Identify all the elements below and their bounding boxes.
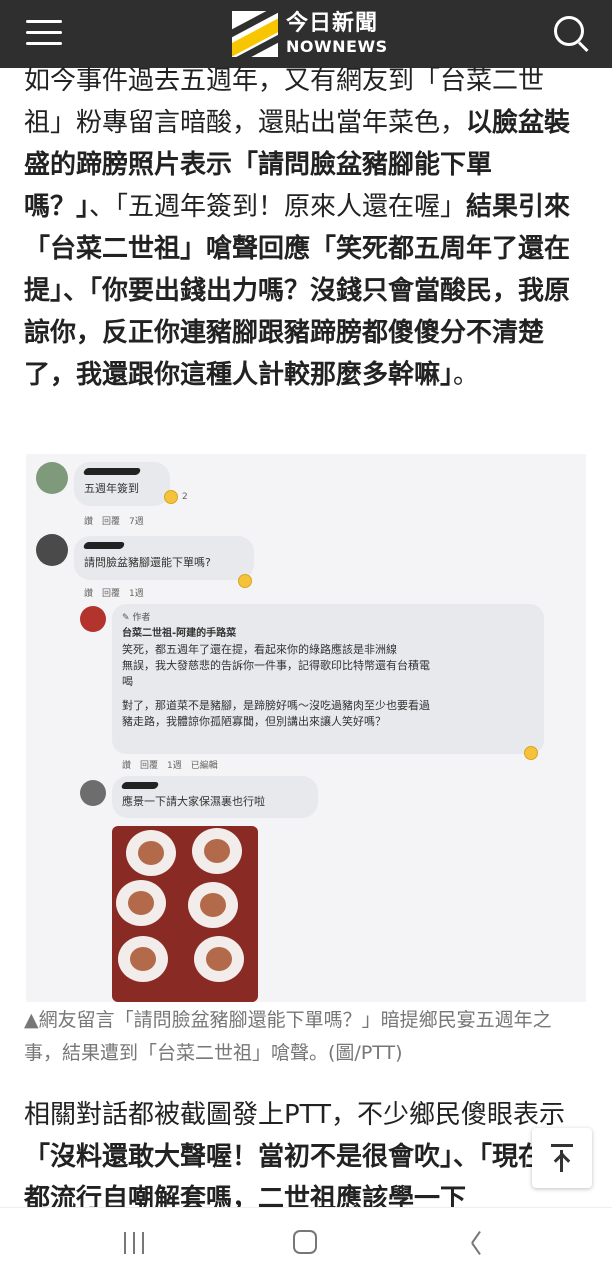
comment-1-meta: 讚 回覆 7週	[84, 517, 144, 527]
commenter-avatar-1	[36, 462, 68, 494]
p2-quote-bold: 「沒料還敢大聲喔！當初不是很會吹」、「現在不都流行自嘲解套嗎，二世祖應該學一下	[24, 1142, 571, 1214]
comment-1-text: 五週年簽到	[84, 482, 139, 495]
article-image-comment-screenshot[interactable]: 五週年簽到 2 讚 回覆 7週 請問臉盆豬腳還能下單嗎? 讚 回覆 1週 ✎ 作…	[26, 454, 586, 1002]
logo-chinese: 今日新聞	[286, 11, 379, 36]
system-navigation-bar	[0, 1207, 612, 1279]
comment-3-meta: 讚 回覆 1週 已編輯	[122, 761, 218, 771]
laugh-emoji-icon	[524, 746, 538, 760]
p1-text-c: 、「五週年簽到！原來人還在喔」	[89, 192, 467, 222]
scroll-to-top-button[interactable]	[532, 1128, 592, 1188]
comment-bubble-1: 五週年簽到	[74, 462, 170, 506]
author-reply-line-4: 對了，那道菜不是豬腳，是蹄膀好嗎～沒吃過豬肉至少也要看過	[122, 699, 430, 712]
laugh-emoji-icon	[164, 490, 178, 504]
logo-english: NOWNEWS	[286, 37, 388, 56]
article-paragraph-1: 如今事件過去五週年，又有網友到「台菜二世祖」粉專留言暗酸，還貼出當年菜色，以臉盆…	[24, 60, 572, 396]
p1-text-end: 。	[453, 360, 480, 390]
search-icon[interactable]	[552, 14, 590, 53]
p1-quote-bold-3: 、「你要出錢出力嗎？沒錢只會當酸民，我原諒你，反正你連豬腳跟豬蹄膀都傻傻分不清楚…	[24, 276, 571, 390]
reaction-count-1: 2	[182, 492, 188, 502]
comment-bubble-2: 請問臉盆豬腳還能下單嗎?	[74, 536, 254, 580]
redacted-name-4	[120, 782, 160, 789]
nownews-logo-mark	[232, 11, 278, 57]
author-reply-line-1: 笑死，都五週年了還在提，看起來你的綠路應該是非洲線	[122, 643, 397, 656]
redacted-name-2	[82, 542, 126, 549]
laugh-emoji-icon	[238, 574, 252, 588]
author-badge: ✎ 作者	[122, 613, 151, 623]
home-icon[interactable]	[293, 1230, 317, 1254]
recent-apps-icon[interactable]	[122, 1232, 148, 1254]
author-reply-line-2: 無誤，我大發慈悲的告訴你一件事，記得歌印比特幣還有台積電	[122, 659, 430, 672]
pork-knuckle-photo	[112, 826, 258, 1002]
comment-2-meta: 讚 回覆 1週	[84, 589, 144, 599]
author-reply-bubble: ✎ 作者 台菜二世祖-阿建的手路菜 笑死，都五週年了還在提，看起來你的綠路應該是…	[112, 604, 544, 754]
app-header: 今日新聞 NOWNEWS	[0, 0, 612, 68]
back-icon[interactable]	[470, 1230, 486, 1256]
commenter-avatar-4	[80, 780, 106, 806]
hamburger-menu-icon[interactable]	[26, 20, 62, 48]
author-avatar	[80, 606, 106, 632]
image-caption: ▲網友留言「請問臉盆豬腳還能下單嗎？」暗提鄉民宴五週年之事，結果遭到「台菜二世祖…	[24, 1009, 552, 1064]
site-logo[interactable]: 今日新聞 NOWNEWS	[232, 10, 388, 58]
comment-2-text: 請問臉盆豬腳還能下單嗎?	[84, 556, 211, 569]
comment-4-text: 應景一下請大家保濕裏也行啦	[122, 795, 265, 808]
comment-bubble-4: 應景一下請大家保濕裏也行啦	[112, 776, 318, 818]
p2-text-a: 相關對話都被截圖發上PTT，不少鄉民傻眼表示	[24, 1100, 565, 1130]
author-reply-line-5: 豬走路，我體諒你孤陋寡聞，但別講出來讓人笑好嗎？	[122, 715, 386, 728]
author-reply-line-3: 喝	[122, 675, 133, 688]
logo-text: 今日新聞 NOWNEWS	[286, 13, 388, 55]
author-name: 台菜二世祖-阿建的手路菜	[122, 628, 237, 639]
article-paragraph-2: 相關對話都被截圖發上PTT，不少鄉民傻眼表示「沒料還敢大聲喔！當初不是很會吹」、…	[24, 1094, 584, 1220]
redacted-name-1	[82, 468, 142, 475]
commenter-avatar-2	[36, 534, 68, 566]
